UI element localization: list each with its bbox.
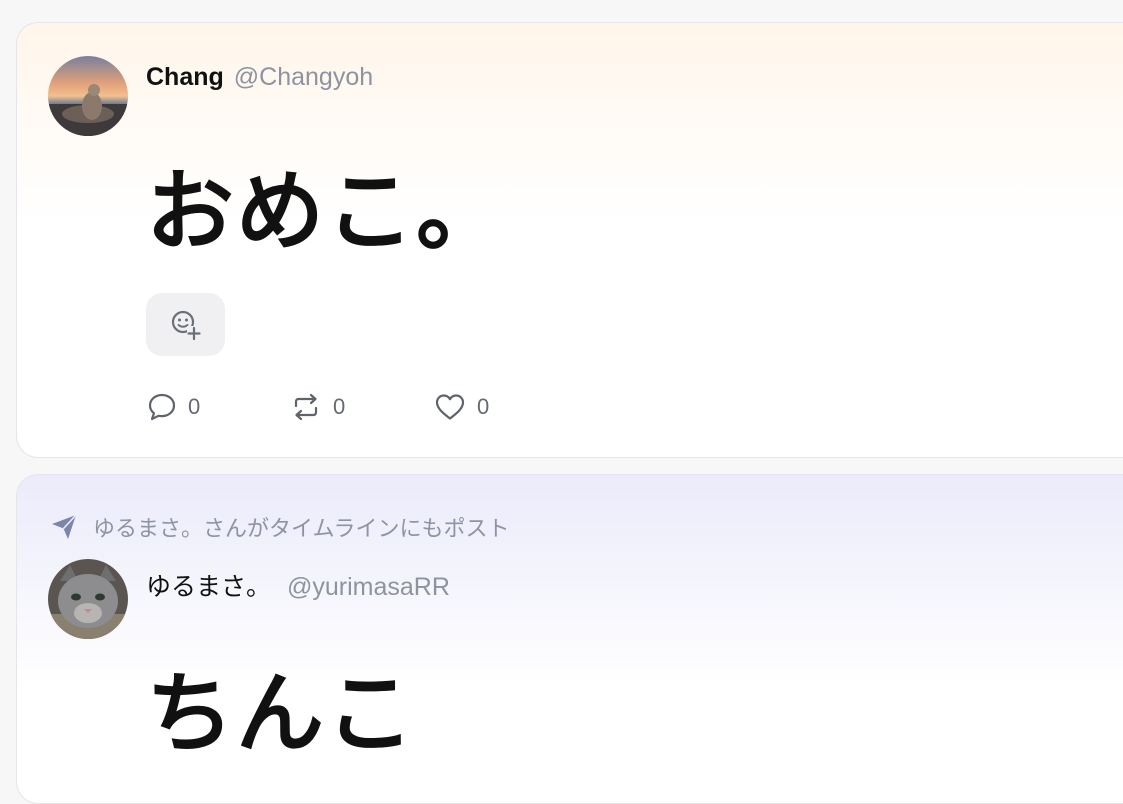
cat-avatar-image <box>48 559 128 639</box>
display-name[interactable]: Chang <box>146 63 224 92</box>
user-handle[interactable]: @yurimasaRR <box>287 573 450 602</box>
add-reaction-button[interactable] <box>146 293 225 356</box>
repost-count: 0 <box>333 394 346 419</box>
speech-bubble-icon <box>148 393 176 421</box>
paper-plane-icon <box>52 514 77 539</box>
seal-avatar-image <box>48 56 128 136</box>
post-text: おめこ。 <box>146 159 507 263</box>
author-row: Chang @Changyoh <box>146 63 373 92</box>
reply-count: 0 <box>188 394 201 419</box>
heart-icon <box>435 394 465 420</box>
repost-icon <box>294 393 318 421</box>
like-button[interactable]: 0 <box>433 391 489 423</box>
like-count: 0 <box>477 394 490 419</box>
repost-button[interactable]: 0 <box>289 391 345 423</box>
display-name[interactable]: ゆるまさ。 <box>146 567 271 603</box>
post-card[interactable]: ゆるまさ。さんがタイムラインにもポスト ゆるまさ。 @yurimasaRR ちん… <box>16 474 1123 804</box>
author-row: ゆるまさ。 @yurimasaRR <box>146 567 450 603</box>
post-text: ちんこ <box>146 661 417 765</box>
avatar[interactable] <box>48 559 128 639</box>
add-reaction-icon <box>171 310 201 340</box>
user-handle[interactable]: @Changyoh <box>234 63 373 92</box>
repost-note: ゆるまさ。さんがタイムラインにもポスト <box>49 511 509 543</box>
post-card[interactable]: Chang @Changyoh おめこ。 0 0 0 <box>16 22 1123 458</box>
reply-button[interactable]: 0 <box>146 391 200 423</box>
avatar[interactable] <box>48 56 128 136</box>
repost-note-text: ゆるまさ。さんがタイムラインにもポスト <box>93 516 510 541</box>
